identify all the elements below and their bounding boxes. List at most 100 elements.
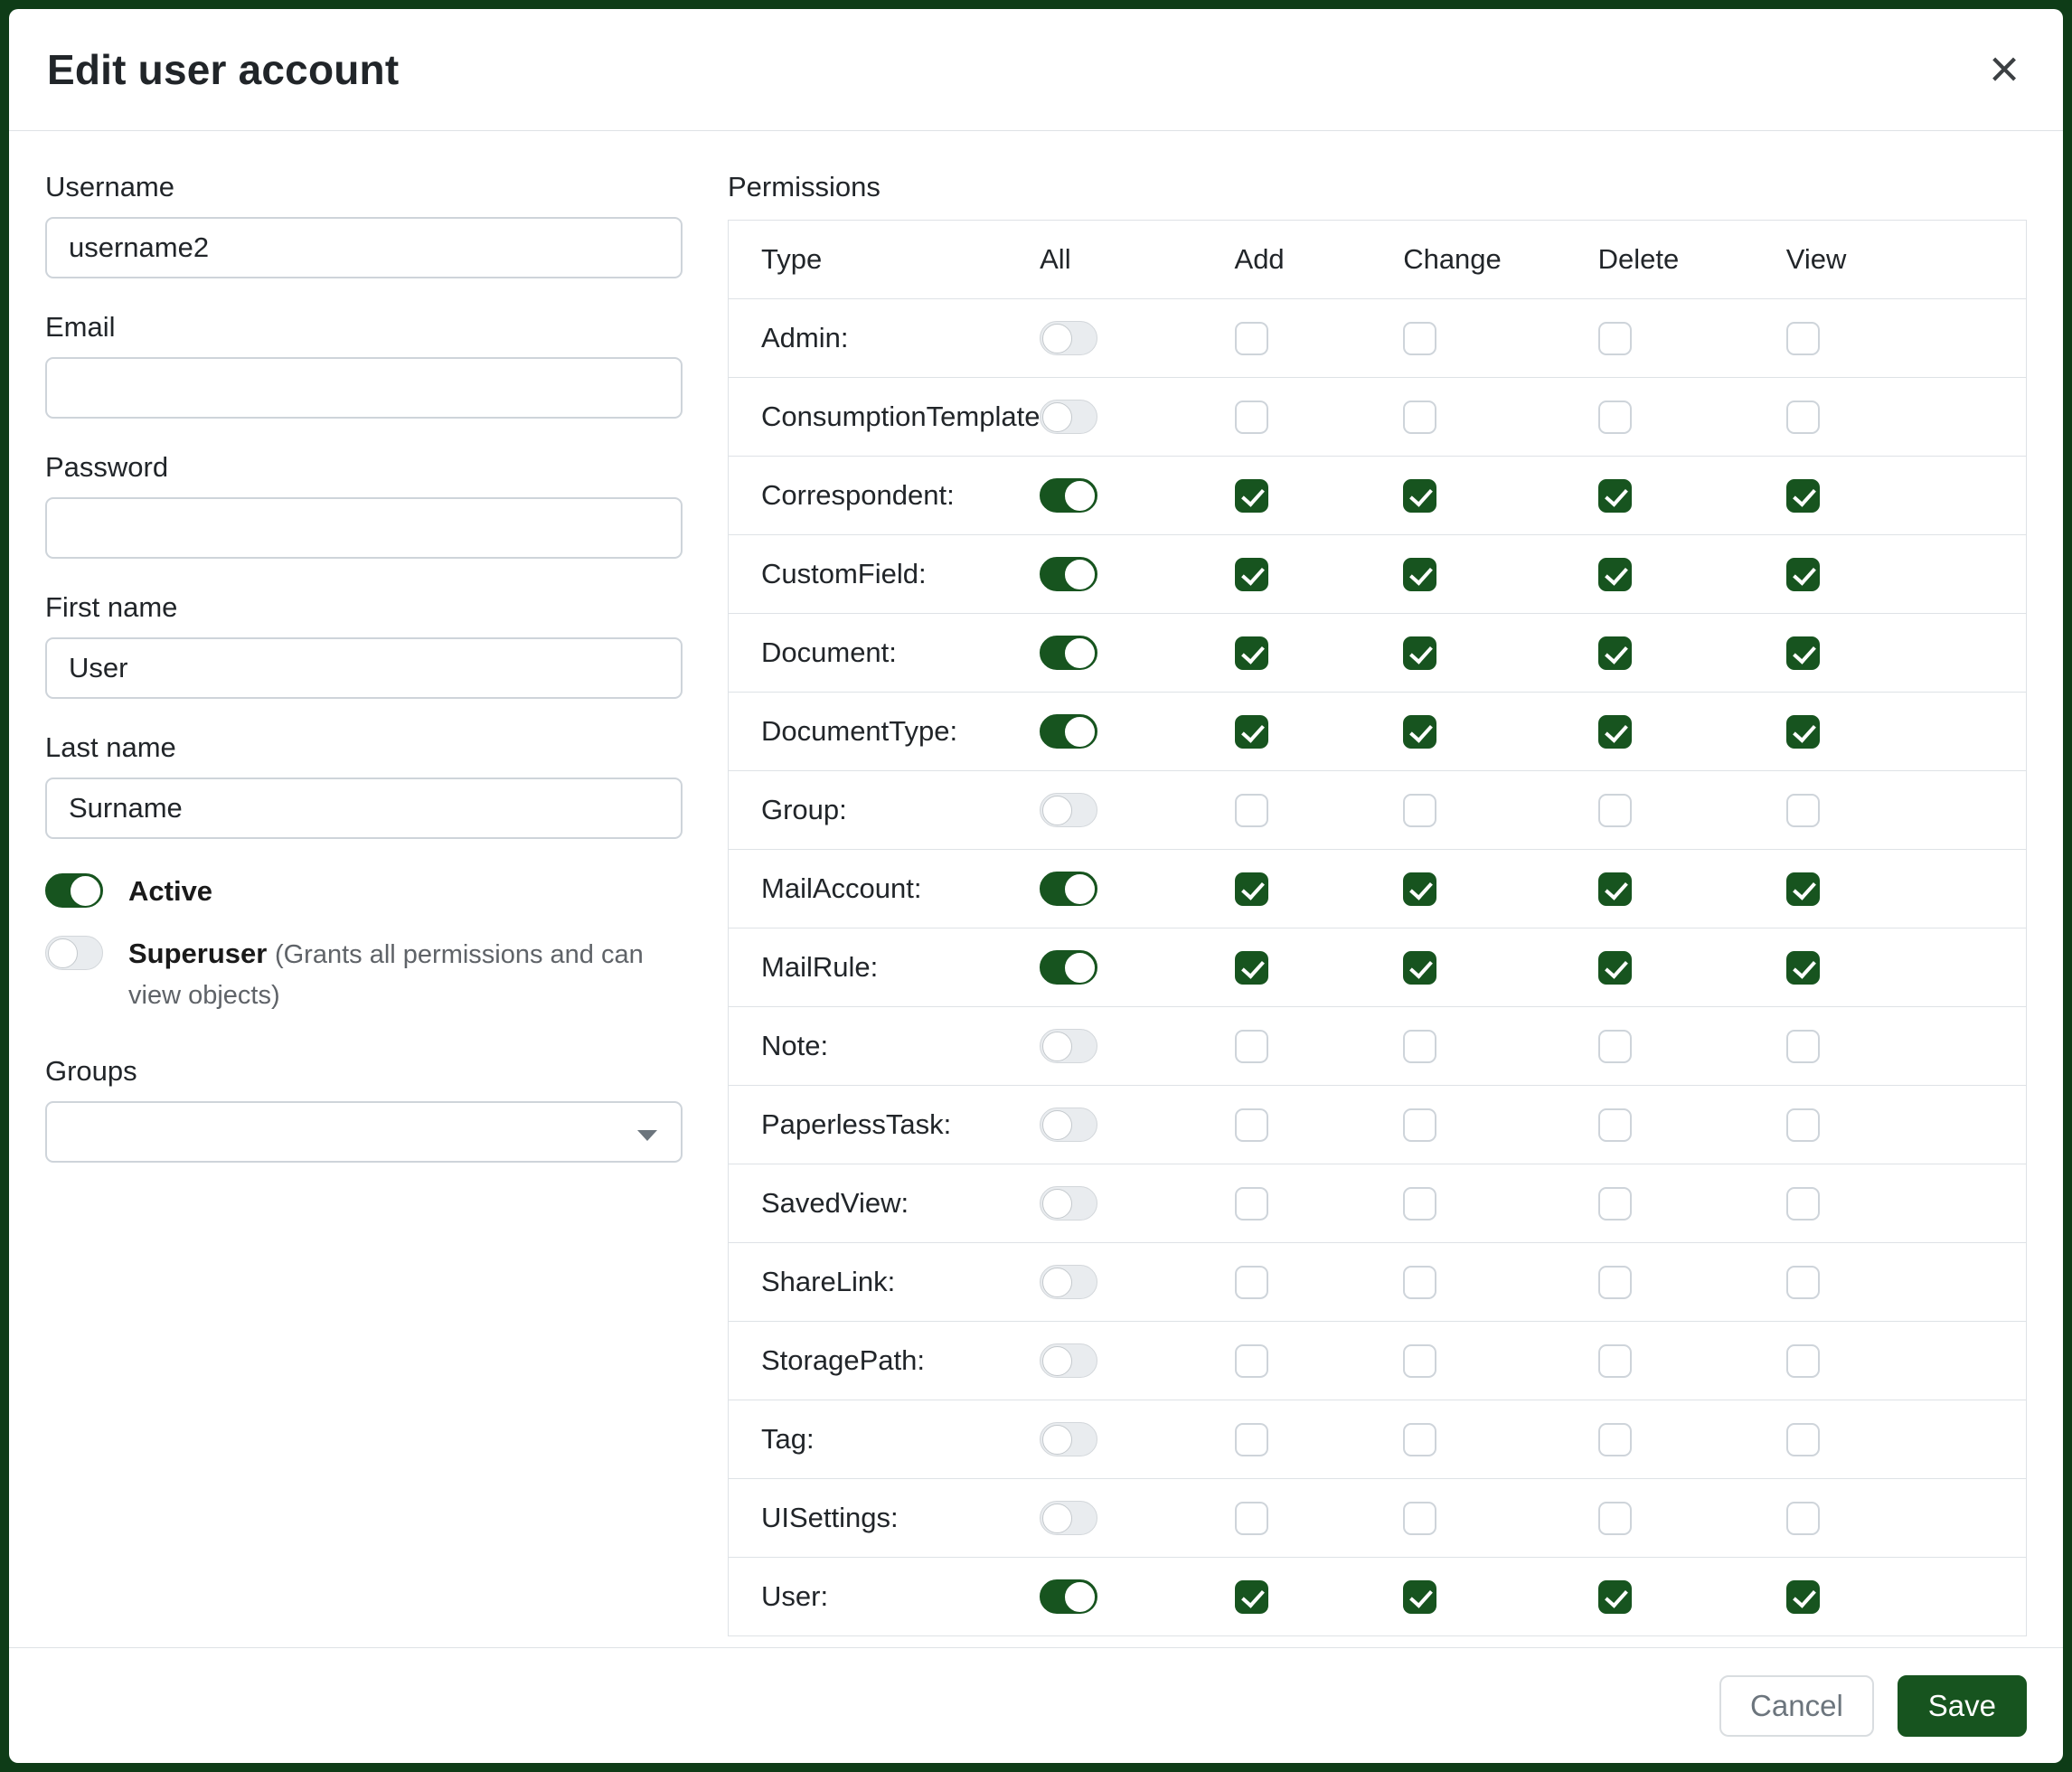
permission-view-checkbox[interactable]: [1786, 322, 1820, 355]
permission-add-checkbox[interactable]: [1235, 872, 1268, 906]
close-icon[interactable]: ×: [1983, 43, 2025, 96]
username-field[interactable]: [45, 217, 683, 278]
permission-delete-checkbox[interactable]: [1598, 1502, 1632, 1535]
last-name-field[interactable]: [45, 778, 683, 839]
permission-delete-checkbox[interactable]: [1598, 558, 1632, 591]
permission-view-checkbox[interactable]: [1786, 794, 1820, 827]
permission-all-toggle[interactable]: [1040, 872, 1097, 906]
permission-add-checkbox[interactable]: [1235, 1030, 1268, 1063]
permission-change-checkbox[interactable]: [1403, 322, 1436, 355]
permission-change-checkbox[interactable]: [1403, 715, 1436, 749]
permission-change-checkbox[interactable]: [1403, 636, 1436, 670]
permission-all-toggle[interactable]: [1040, 400, 1097, 434]
permission-add-checkbox[interactable]: [1235, 715, 1268, 749]
groups-select[interactable]: [45, 1101, 683, 1163]
permission-all-toggle[interactable]: [1040, 1422, 1097, 1456]
permission-change-checkbox[interactable]: [1403, 1108, 1436, 1142]
superuser-toggle[interactable]: [45, 936, 103, 970]
permission-view-checkbox[interactable]: [1786, 401, 1820, 434]
permission-view-checkbox[interactable]: [1786, 1030, 1820, 1063]
permission-delete-checkbox[interactable]: [1598, 1187, 1632, 1221]
permission-delete-checkbox[interactable]: [1598, 1423, 1632, 1456]
permission-change-checkbox[interactable]: [1403, 1030, 1436, 1063]
permission-delete-checkbox[interactable]: [1598, 479, 1632, 513]
permission-change-checkbox[interactable]: [1403, 479, 1436, 513]
permission-change-checkbox[interactable]: [1403, 951, 1436, 985]
permission-all-toggle[interactable]: [1040, 1108, 1097, 1142]
permission-all-toggle[interactable]: [1040, 1579, 1097, 1614]
permission-delete-checkbox[interactable]: [1598, 636, 1632, 670]
permission-add-checkbox[interactable]: [1235, 1108, 1268, 1142]
password-field[interactable]: [45, 497, 683, 559]
permission-view-checkbox[interactable]: [1786, 636, 1820, 670]
permission-all-toggle[interactable]: [1040, 321, 1097, 355]
permission-all-toggle[interactable]: [1040, 478, 1097, 513]
permission-all-toggle[interactable]: [1040, 1265, 1097, 1299]
cancel-button[interactable]: Cancel: [1719, 1675, 1874, 1737]
permission-view-checkbox[interactable]: [1786, 1266, 1820, 1299]
permission-add-checkbox[interactable]: [1235, 1580, 1268, 1614]
first-name-field[interactable]: [45, 637, 683, 699]
permission-all-toggle[interactable]: [1040, 793, 1097, 827]
permission-change-checkbox[interactable]: [1403, 1423, 1436, 1456]
permission-all-toggle[interactable]: [1040, 557, 1097, 591]
permission-change-checkbox[interactable]: [1403, 1187, 1436, 1221]
permission-delete-checkbox[interactable]: [1598, 872, 1632, 906]
permission-view-checkbox[interactable]: [1786, 1187, 1820, 1221]
permission-add-checkbox[interactable]: [1235, 401, 1268, 434]
permission-change-checkbox[interactable]: [1403, 1266, 1436, 1299]
permission-delete-checkbox[interactable]: [1598, 1030, 1632, 1063]
permission-delete-checkbox[interactable]: [1598, 1344, 1632, 1378]
permission-all-toggle[interactable]: [1040, 636, 1097, 670]
permission-all-toggle[interactable]: [1040, 714, 1097, 749]
permission-view-checkbox[interactable]: [1786, 479, 1820, 513]
permission-delete-checkbox[interactable]: [1598, 794, 1632, 827]
permission-add-checkbox[interactable]: [1235, 1344, 1268, 1378]
last-name-field-group: Last name: [45, 731, 683, 839]
permission-view-checkbox[interactable]: [1786, 1502, 1820, 1535]
permission-view-checkbox[interactable]: [1786, 715, 1820, 749]
email-field[interactable]: [45, 357, 683, 419]
permission-change-checkbox[interactable]: [1403, 1502, 1436, 1535]
permission-change-checkbox[interactable]: [1403, 558, 1436, 591]
permission-view-checkbox[interactable]: [1786, 951, 1820, 985]
permission-add-checkbox[interactable]: [1235, 1187, 1268, 1221]
permission-add-checkbox[interactable]: [1235, 1502, 1268, 1535]
permission-change-checkbox[interactable]: [1403, 794, 1436, 827]
permission-view-checkbox[interactable]: [1786, 872, 1820, 906]
permission-add-checkbox[interactable]: [1235, 636, 1268, 670]
permission-change-checkbox[interactable]: [1403, 401, 1436, 434]
permission-add-checkbox[interactable]: [1235, 558, 1268, 591]
permission-all-toggle[interactable]: [1040, 1343, 1097, 1378]
permission-view-checkbox[interactable]: [1786, 1580, 1820, 1614]
permission-view-checkbox[interactable]: [1786, 1344, 1820, 1378]
active-toggle[interactable]: [45, 873, 103, 908]
permission-delete-checkbox[interactable]: [1598, 1580, 1632, 1614]
permission-add-checkbox[interactable]: [1235, 1266, 1268, 1299]
permission-view-checkbox[interactable]: [1786, 558, 1820, 591]
table-row: MailRule:: [729, 928, 2027, 1007]
permission-change-checkbox[interactable]: [1403, 1580, 1436, 1614]
permission-delete-checkbox[interactable]: [1598, 401, 1632, 434]
permission-add-checkbox[interactable]: [1235, 1423, 1268, 1456]
permission-all-toggle[interactable]: [1040, 1501, 1097, 1535]
permission-all-toggle[interactable]: [1040, 1186, 1097, 1221]
permission-delete-checkbox[interactable]: [1598, 1266, 1632, 1299]
permission-all-toggle[interactable]: [1040, 1029, 1097, 1063]
permission-add-checkbox[interactable]: [1235, 951, 1268, 985]
permission-delete-checkbox[interactable]: [1598, 951, 1632, 985]
permission-delete-checkbox[interactable]: [1598, 715, 1632, 749]
permission-view-checkbox[interactable]: [1786, 1423, 1820, 1456]
save-button[interactable]: Save: [1898, 1675, 2027, 1737]
permission-delete-checkbox[interactable]: [1598, 322, 1632, 355]
permission-change-checkbox[interactable]: [1403, 872, 1436, 906]
permission-add-checkbox[interactable]: [1235, 479, 1268, 513]
table-row: StoragePath:: [729, 1322, 2027, 1400]
table-row: Note:: [729, 1007, 2027, 1086]
permission-all-toggle[interactable]: [1040, 950, 1097, 985]
permission-change-checkbox[interactable]: [1403, 1344, 1436, 1378]
permission-delete-checkbox[interactable]: [1598, 1108, 1632, 1142]
permission-view-checkbox[interactable]: [1786, 1108, 1820, 1142]
permission-add-checkbox[interactable]: [1235, 322, 1268, 355]
permission-add-checkbox[interactable]: [1235, 794, 1268, 827]
